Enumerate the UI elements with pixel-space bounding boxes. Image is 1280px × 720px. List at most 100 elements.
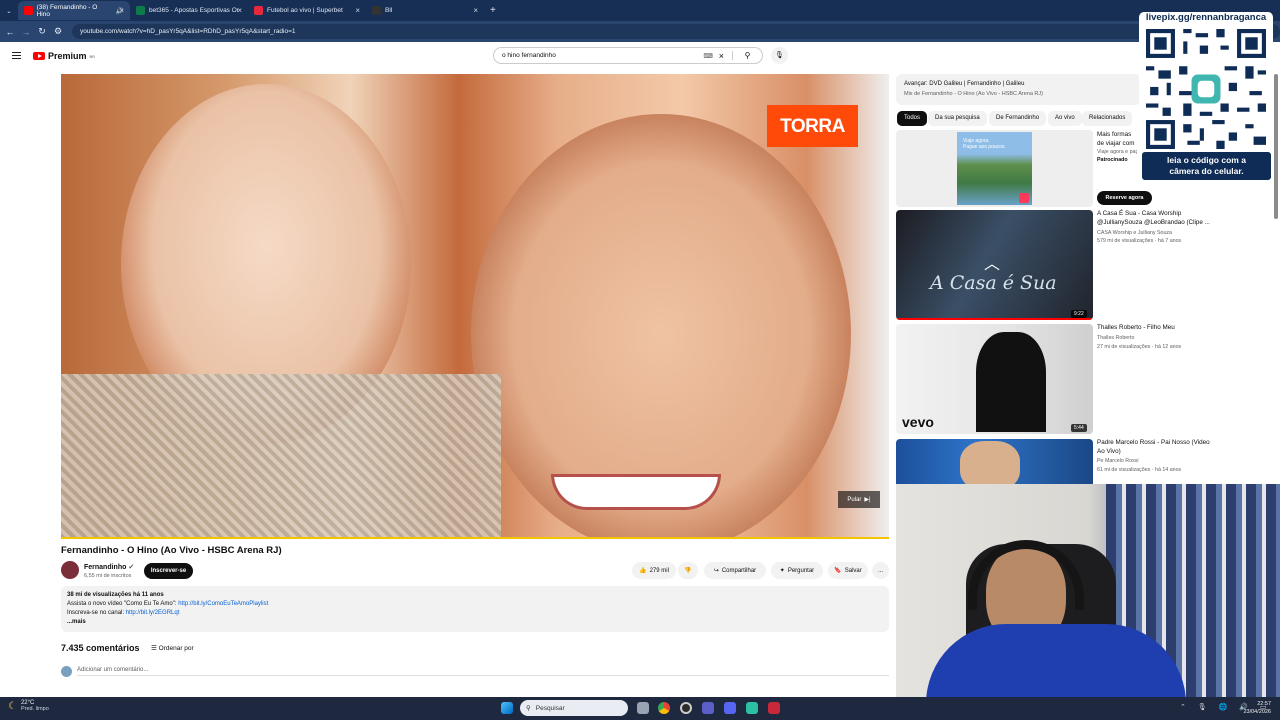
teams-icon[interactable] — [702, 702, 714, 714]
video-title: Fernandinho - O Hino (Ao Vivo - HSBC Are… — [61, 545, 282, 556]
channel-avatar[interactable] — [61, 561, 79, 579]
clear-search-icon[interactable]: × — [719, 51, 724, 61]
video-thumbnail[interactable]: vevo — [896, 324, 1093, 434]
reserve-now-button[interactable]: Reserve agora — [1097, 191, 1152, 205]
mix-playlist-panel[interactable]: Avançar: DVD Galileu | Fernandinho | Gal… — [896, 74, 1141, 105]
weather-widget[interactable]: ☾ 22°C Pred. limpo — [8, 700, 49, 712]
ad-progress-bar[interactable] — [61, 537, 889, 539]
close-tab-icon[interactable]: × — [119, 6, 124, 15]
priest-image — [960, 441, 1020, 484]
save-button[interactable]: 🔖 Salvar — [828, 562, 868, 579]
duration-badge: 9:22 — [1071, 310, 1087, 318]
chevron-up-icon: ︿ — [984, 256, 1001, 273]
discord-icon[interactable] — [724, 702, 736, 714]
sweater-image — [61, 374, 501, 538]
video-player[interactable] — [61, 74, 889, 538]
ad-thumbnail[interactable]: Viaje agora. Pague aos poucos. — [896, 130, 1093, 207]
skip-ad-button[interactable]: Pular ▶| — [838, 491, 880, 508]
forward-icon[interactable]: → — [20, 27, 32, 37]
taskbar-search[interactable]: ⚲ Pesquisar — [520, 700, 628, 716]
show-more-link[interactable]: ...mais — [67, 618, 883, 627]
close-tab-icon[interactable]: × — [355, 6, 360, 15]
hamburger-menu-icon[interactable] — [12, 52, 21, 59]
address-bar: ← → ↻ ⚙ youtube.com/watch?v=hD_pasYr5qA&… — [0, 21, 1280, 42]
youtube-play-icon — [33, 52, 45, 60]
sparkle-icon: ✦ — [779, 568, 785, 574]
description-link[interactable]: http://bit.ly/2EGRLqt — [126, 610, 180, 616]
smile-image — [551, 474, 721, 510]
chip-ao-vivo[interactable]: Ao vivo — [1048, 111, 1082, 126]
search-icon[interactable]: ⚲ — [732, 51, 762, 60]
voice-search-icon[interactable]: 🎙 — [771, 47, 788, 64]
chrome-icon[interactable] — [658, 702, 670, 714]
like-button[interactable]: 👍 279 mil — [632, 562, 676, 579]
description-line: Inscreva-se no canal: http://bit.ly/2EGR… — [67, 610, 180, 616]
description-link[interactable]: http://bit.ly/ComoEuTeAmoPlaylist — [178, 601, 268, 607]
reload-icon[interactable]: ↻ — [36, 26, 48, 37]
obs-icon[interactable] — [680, 702, 692, 714]
channel-name[interactable]: Pe Marcelo Rossi — [1097, 457, 1139, 465]
description-box[interactable]: 38 mi de visualizações há 11 anos Assist… — [61, 586, 889, 632]
channel-name[interactable]: CASA Worship e Julliany Souza — [1097, 229, 1172, 237]
back-icon[interactable]: ← — [4, 27, 16, 37]
more-actions-button[interactable]: ... — [872, 562, 889, 579]
sort-icon: ☰ — [151, 645, 159, 652]
share-icon: ↪ — [713, 568, 719, 574]
youtube-premium-logo[interactable]: Premium BR — [33, 51, 95, 61]
ad-brand-logo: TORRA — [767, 105, 858, 147]
tab-bet365[interactable]: bet365 - Apostas Esportivas Or × — [130, 1, 248, 20]
clock[interactable]: 22:57 23/04/2026 — [1237, 700, 1271, 716]
page-scrollbar[interactable] — [1274, 74, 1278, 219]
new-tab-button[interactable]: + — [484, 1, 502, 20]
jersey-image — [926, 624, 1186, 697]
keyboard-icon[interactable]: ⌨ — [703, 52, 712, 60]
add-comment-input[interactable]: Adicionar um comentário... — [77, 667, 889, 676]
close-tab-icon[interactable]: × — [237, 6, 242, 15]
dislike-button[interactable]: 👎 — [678, 562, 698, 579]
task-view-icon[interactable] — [637, 702, 649, 714]
tab-youtube[interactable]: (38) Fernandinho - O Hino 🔊 × — [18, 1, 130, 20]
superbet-favicon-icon — [254, 6, 263, 15]
ad-subtitle: Viaje agora e pague aos poucos. — [1097, 149, 1137, 155]
video-title[interactable]: Padre Marcelo Rossi - Pai Nosso (Video A… — [1097, 439, 1217, 456]
share-button[interactable]: ↪ Compartilhar — [704, 562, 766, 579]
search-input[interactable]: o hino fernandinho ⌨ × ⚲ — [493, 47, 763, 64]
webcam-overlay — [896, 484, 1280, 697]
tab-bll[interactable]: Bll × — [366, 1, 484, 20]
app-icon[interactable] — [768, 702, 780, 714]
weather-moon-icon: ☾ — [8, 700, 17, 712]
site-info-icon[interactable]: ⚙ — [52, 26, 64, 37]
channel-name[interactable]: Thalles Roberto — [1097, 334, 1134, 342]
search-icon: ⚲ — [526, 705, 531, 712]
tab-list-button[interactable]: ⌄ — [0, 1, 18, 20]
chip-todos[interactable]: Todos — [897, 111, 928, 126]
airbnb-icon — [1019, 193, 1029, 203]
chip-da-sua-pesquisa[interactable]: Da sua pesquisa — [928, 111, 987, 126]
video-meta: 27 mi de visualizações · há 12 anos — [1097, 344, 1182, 350]
url-field[interactable]: youtube.com/watch?v=hD_pasYr5qA&list=RDh… — [72, 24, 1280, 39]
video-meta: 579 mi de visualizações · há 7 anos — [1097, 238, 1182, 244]
sort-comments-button[interactable]: ☰ Ordenar por — [151, 644, 194, 652]
video-title[interactable]: Thalles Roberto - Filho Meu — [1097, 324, 1217, 333]
bll-favicon-icon — [372, 6, 381, 15]
subscribe-button[interactable]: Inscrever-se — [144, 563, 193, 579]
user-avatar — [61, 666, 72, 677]
ask-button[interactable]: ✦ Perguntar — [771, 562, 823, 579]
tab-bar: ⌄ (38) Fernandinho - O Hino 🔊 × bet365 -… — [0, 0, 1280, 21]
chip-relacionados[interactable]: Relacionados — [1082, 111, 1133, 126]
video-thumbnail[interactable]: A Casa é Sua ︿ — [896, 210, 1093, 320]
watch-progress-bar — [896, 318, 1093, 320]
notes-icon[interactable] — [746, 702, 758, 714]
chip-de-fernandinho[interactable]: De Fernandinho — [989, 111, 1047, 126]
singer-image — [976, 332, 1046, 432]
qr-caption: leia o código com a câmera do celular. — [1142, 152, 1271, 180]
video-thumbnail[interactable] — [896, 439, 1093, 484]
video-title[interactable]: A Casa É Sua - Casa Worship @JullianySou… — [1097, 210, 1217, 227]
close-tab-icon[interactable]: × — [473, 6, 478, 15]
thumbs-up-icon: 👍 — [639, 568, 647, 574]
tab-superbet[interactable]: Futebol ao vivo | Superbet × — [248, 1, 366, 20]
ad-title[interactable]: Mais formas de viajar com flexibilidade — [1097, 131, 1137, 148]
windows-start-icon[interactable] — [501, 702, 513, 714]
pix-url: livepix.gg/rennanbraganca — [1145, 12, 1267, 23]
channel-name[interactable]: Fernandinho ✔ — [84, 563, 134, 571]
